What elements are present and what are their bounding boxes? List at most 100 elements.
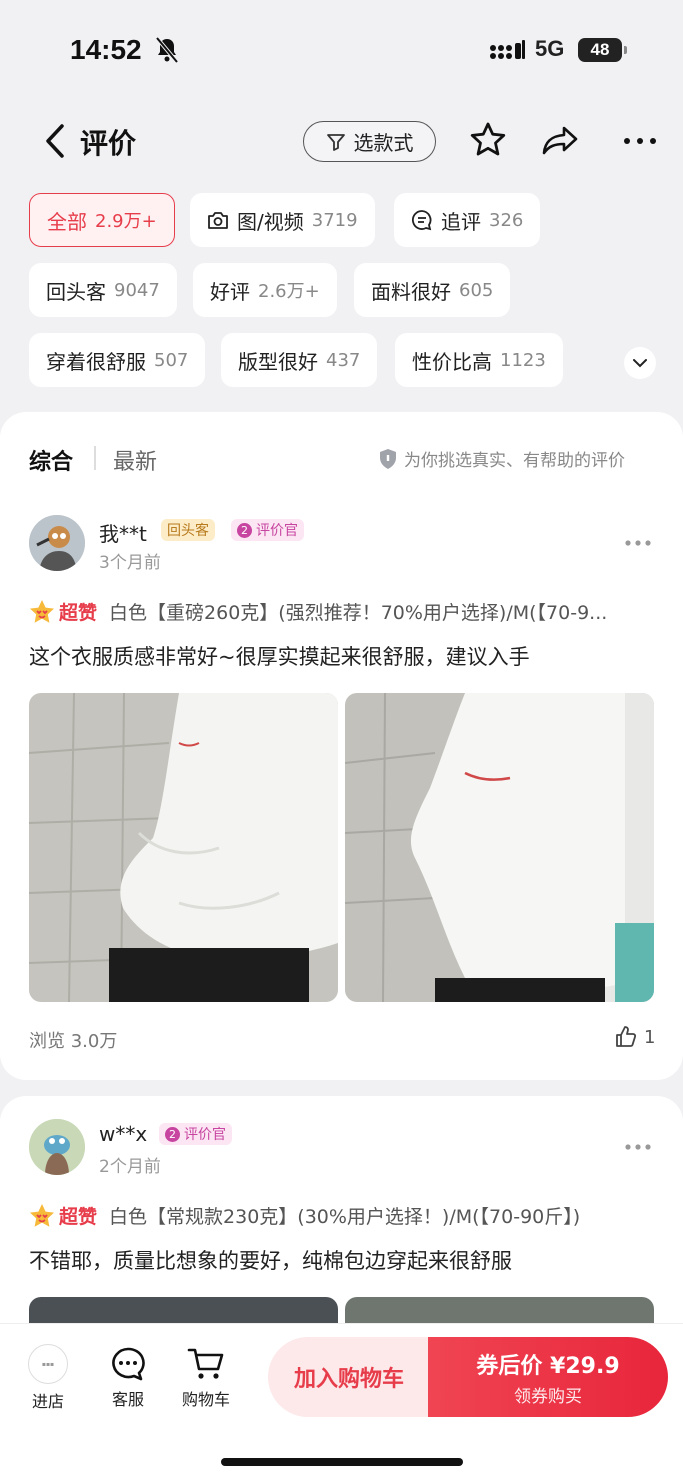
star-face-icon: [30, 1203, 54, 1227]
review-photo-image: [345, 693, 654, 1002]
buy-sub-label: 领券购买: [514, 1386, 582, 1407]
chip-count: 437: [326, 349, 361, 371]
chip-positive[interactable]: 好评 2.6万+: [193, 263, 337, 317]
review-time: 3个月前: [99, 553, 161, 573]
chip-followup[interactable]: 追评 326: [394, 193, 541, 247]
review-photo[interactable]: [29, 693, 338, 1002]
chip-all[interactable]: 全部 2.9万+: [29, 193, 175, 247]
network-type: 5G: [535, 36, 565, 61]
star-icon[interactable]: [468, 120, 508, 160]
funnel-icon: [326, 133, 345, 151]
reviewer-badge-label: 评价官: [256, 523, 298, 539]
style-filter-label: 选款式: [353, 131, 414, 155]
chip-photo-video[interactable]: 图/视频 3719: [190, 193, 375, 247]
mute-bell-icon: [155, 36, 179, 64]
reviewer-name[interactable]: 我**t: [99, 518, 147, 547]
store-button[interactable]: ▪▪▪ 进店: [28, 1344, 68, 1412]
buy-with-coupon-button[interactable]: 券后价 ¥29.9 领券购买: [428, 1337, 668, 1417]
more-options-icon[interactable]: [624, 539, 652, 547]
review-time: 2个月前: [99, 1157, 161, 1177]
signal-icon: [490, 40, 525, 59]
chip-label: 性价比高: [412, 349, 492, 374]
rating-label: 超赞: [59, 602, 98, 624]
spec-text: 白色【常规款230克】(30%用户选择！)/M(【70-90斤】): [109, 1206, 581, 1228]
chip-label: 穿着很舒服: [46, 349, 146, 374]
customer-service-button[interactable]: 客服: [110, 1346, 146, 1410]
chip-label: 回头客: [46, 279, 106, 304]
returning-customer-badge: 回头客: [161, 519, 215, 541]
add-to-cart-button[interactable]: 加入购物车: [268, 1337, 430, 1417]
chip-value[interactable]: 性价比高 1123: [395, 333, 563, 387]
chip-count: 3719: [311, 209, 358, 231]
avatar-image: [29, 1119, 85, 1175]
chip-count: 326: [489, 209, 524, 231]
service-label: 客服: [111, 1390, 144, 1409]
rating-label: 超赞: [59, 1206, 98, 1228]
avatar[interactable]: [29, 515, 85, 571]
chip-label: 面料很好: [371, 279, 451, 304]
avatar[interactable]: [29, 1119, 85, 1175]
view-count: 浏览 3.0万: [29, 1031, 118, 1052]
chip-count: 605: [459, 279, 494, 301]
chip-label: 全部: [47, 209, 87, 234]
review-card: 综合 最新 为你挑选真实、有帮助的评价 我**t 回头客 2 评价官 3个月前 …: [0, 412, 683, 1080]
buy-price: 券后价 ¥29.9: [476, 1353, 620, 1379]
reviewer-name[interactable]: w**x: [99, 1122, 147, 1146]
reviewer-level: 2: [237, 522, 252, 538]
chip-fabric-good[interactable]: 面料很好 605: [354, 263, 511, 317]
star-face-icon: [30, 599, 54, 623]
battery-indicator: 48: [578, 38, 627, 62]
chip-label: 好评: [210, 279, 250, 304]
spec-row: 超赞 白色【常规款230克】(30%用户选择！)/M(【70-90斤】): [29, 1202, 655, 1229]
cart-label: 购物车: [182, 1390, 231, 1409]
review-photo[interactable]: [345, 693, 654, 1002]
chip-comfortable[interactable]: 穿着很舒服 507: [29, 333, 206, 387]
chip-count: 2.9万+: [95, 211, 157, 232]
reviewer-badge: 2 评价官: [231, 519, 304, 541]
reviewer-level: 2: [165, 1126, 180, 1142]
comment-icon: [411, 210, 432, 231]
review-photo-image: [29, 693, 338, 1002]
back-arrow-icon[interactable]: [40, 122, 72, 160]
review-content: 这个衣服质感非常好~很厚实摸起来很舒服，建议入手: [29, 645, 530, 669]
chip-count: 507: [154, 349, 189, 371]
home-indicator[interactable]: [221, 1458, 463, 1466]
chat-icon: [112, 1347, 145, 1381]
shield-icon: [380, 448, 396, 469]
store-label: 进店: [31, 1392, 64, 1411]
chip-label: 图/视频: [237, 209, 304, 234]
chip-returning-customer[interactable]: 回头客 9047: [29, 263, 177, 317]
store-logo-icon: ▪▪▪: [28, 1344, 68, 1384]
more-menu-icon[interactable]: [620, 120, 660, 160]
sort-tab-overall[interactable]: 综合: [29, 444, 73, 476]
cart-nav-button[interactable]: 购物车: [182, 1346, 230, 1410]
review-tip: 为你挑选真实、有帮助的评价: [378, 446, 625, 471]
chip-count: 2.6万+: [258, 281, 320, 302]
chip-count: 1123: [500, 349, 546, 371]
review-content: 不错耶，质量比想象的要好，纯棉包边穿起来很舒服: [29, 1249, 512, 1273]
page-title: 评价: [80, 127, 137, 160]
chevron-down-icon: [633, 359, 647, 368]
spec-row: 超赞 白色【重磅260克】(强烈推荐！70%用户选择)/M(【70-9...: [29, 598, 655, 625]
chip-label: 版型很好: [238, 349, 318, 374]
like-button[interactable]: 1: [614, 1025, 655, 1049]
expand-chips-button[interactable]: [624, 347, 656, 379]
shopping-cart-icon: [187, 1348, 224, 1379]
style-filter-button[interactable]: 选款式: [303, 121, 436, 162]
status-time: 14:52: [70, 34, 142, 65]
like-count: 1: [644, 1026, 656, 1048]
share-icon[interactable]: [540, 120, 580, 160]
more-options-icon[interactable]: [624, 1143, 652, 1151]
chip-count: 9047: [114, 279, 160, 301]
reviewer-badge-label: 评价官: [184, 1127, 226, 1143]
thumbs-up-icon: [616, 1026, 637, 1047]
reviewer-badge: 2 评价官: [159, 1123, 232, 1145]
spec-text: 白色【重磅260克】(强烈推荐！70%用户选择)/M(【70-9...: [109, 602, 608, 624]
avatar-image: [29, 515, 85, 571]
status-bar: 14:52 5G 48: [0, 0, 683, 100]
review-tip-text: 为你挑选真实、有帮助的评价: [404, 451, 625, 471]
sort-tab-latest[interactable]: 最新: [113, 444, 157, 476]
chip-label: 追评: [441, 209, 481, 234]
review-card: w**x 2 评价官 2个月前 超赞 白色【常规款230克】(30%用户选择！)/…: [0, 1096, 683, 1357]
chip-fit-good[interactable]: 版型很好 437: [221, 333, 378, 387]
